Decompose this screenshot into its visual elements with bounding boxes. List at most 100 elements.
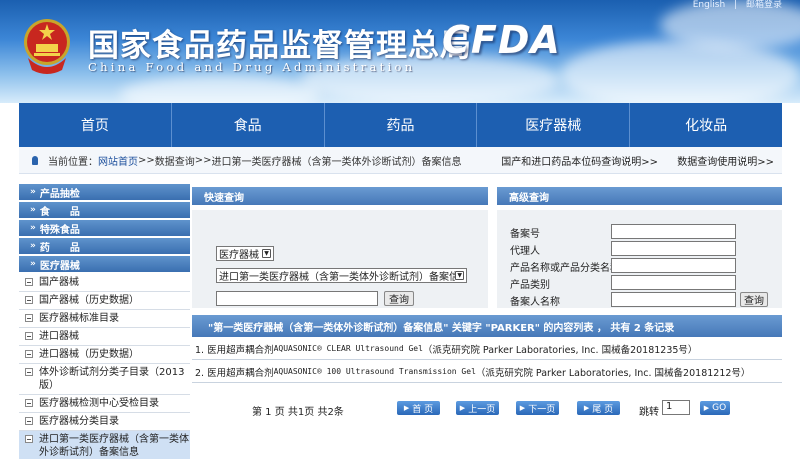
result-suffix: （派克研究院 Parker Laboratories, Inc. 国械备2018…: [422, 344, 698, 356]
collapse-box-icon: [25, 350, 33, 358]
collapse-box-icon: [25, 296, 33, 304]
double-chevron-icon: »: [30, 241, 36, 251]
sidebar-category-label: 医疗器械: [39, 260, 80, 272]
breadcrumb-current: 进口第一类医疗器械（含第一类体外诊断试剂）备案信息: [211, 156, 462, 168]
next-page-label: 下一页: [528, 404, 556, 415]
collapse-box-icon: [25, 314, 33, 322]
quick-search-button[interactable]: 查询: [384, 291, 414, 306]
sidebar-category-sampling[interactable]: » 产品抽检: [19, 184, 190, 200]
sidebar-item-label: 进口第一类医疗器械（含第一类体外诊断试剂）备案信息: [39, 434, 189, 458]
sidebar-category-label: 食 品: [39, 206, 80, 218]
last-page-label: 尾 页: [592, 404, 614, 415]
product-category-input[interactable]: [611, 275, 736, 290]
breadcrumb: 当前位置： 网站首页 >> 数据查询 >> 进口第一类医疗器械（含第一类体外诊断…: [19, 147, 782, 174]
play-icon: ▶: [519, 404, 526, 412]
help-link-separator: >>: [757, 156, 774, 168]
jump-page-input[interactable]: 1: [662, 400, 690, 415]
collapse-box-icon: [25, 417, 33, 425]
last-page-button[interactable]: ▶ 尾 页: [577, 401, 620, 415]
record-number-input[interactable]: [611, 224, 736, 239]
english-link[interactable]: English: [693, 0, 726, 10]
mail-login-link[interactable]: 邮箱登录: [746, 0, 782, 10]
sidebar-item-domestic-devices[interactable]: 国产器械: [19, 274, 190, 292]
result-product: AQUASONIC® CLEAR Ultrasound Gel: [273, 344, 423, 353]
play-icon: ▶: [459, 404, 466, 412]
sidebar-item-imported-devices[interactable]: 进口器械: [19, 328, 190, 346]
cfda-logo: CFDA: [442, 18, 561, 62]
prev-page-button[interactable]: ▶ 上一页: [456, 401, 499, 415]
sidebar-item-label: 医疗器械检测中心受检目录: [39, 398, 159, 409]
play-icon: ▶: [703, 404, 710, 412]
breadcrumb-separator: >>: [194, 154, 212, 166]
breadcrumb-prefix: 当前位置：: [48, 156, 98, 168]
play-icon: ▶: [403, 404, 410, 412]
product-name-input[interactable]: [611, 258, 736, 273]
list-item[interactable]: 1. 医用超声耦合剂 AQUASONIC® CLEAR Ultrasound G…: [192, 338, 782, 360]
national-emblem-icon: [24, 19, 70, 74]
dataset-select[interactable]: 进口第一类医疗器械（含第一类体外诊断试剂）备案信息 ▼: [216, 268, 467, 283]
sidebar-item-standards[interactable]: 医疗器械标准目录: [19, 310, 190, 328]
breadcrumb-query-link[interactable]: 数据查询: [155, 153, 195, 168]
registrant-name-input[interactable]: [611, 292, 736, 307]
sidebar-category-special-food[interactable]: » 特殊食品: [19, 220, 190, 236]
sidebar: » 产品抽检 » 食 品 » 特殊食品 » 药 品 » 医疗器械 国产器械 国产器械（历史…: [19, 184, 190, 459]
sidebar-item-label: 国产器械: [39, 277, 79, 288]
product-category-label: 产品类别: [510, 280, 550, 291]
quick-search-panel: 快速查询 医疗器械 ▼ 进口第一类医疗器械（含第一类体外诊断试剂）备案信息 ▼ …: [192, 187, 488, 308]
advanced-search-panel: 高级查询 备案号 代理人 产品名称或产品分类名称 产品类别 备案人名称 查询: [497, 187, 782, 308]
pagination: 第 1 页 共1页 共2条 ▶ 首 页 ▶ 上一页 ▶ 下一页 ▶ 尾 页 跳转 1 ▶…: [192, 398, 782, 420]
category-select-value: 医疗器械: [219, 250, 259, 261]
sidebar-category-devices[interactable]: » 医疗器械: [19, 256, 190, 272]
sidebar-item-classification[interactable]: 医疗器械分类目录: [19, 413, 190, 431]
help-link-separator: >>: [641, 156, 659, 168]
site-subtitle: China Food and Drug Administration: [88, 60, 416, 74]
keyword-input[interactable]: [216, 291, 378, 306]
site-title: 国家食品药品监督管理总局: [88, 28, 472, 64]
code-query-help-link[interactable]: 国产和进口药品本位码查询说明: [501, 157, 641, 168]
collapse-box-icon: [25, 368, 33, 376]
nav-item-devices[interactable]: 医疗器械: [477, 103, 631, 147]
sidebar-category-label: 药 品: [39, 242, 80, 254]
top-links: English | 邮箱登录: [687, 0, 782, 10]
collapse-box-icon: [25, 332, 33, 340]
sidebar-item-imported-history[interactable]: 进口器械（历史数据）: [19, 346, 190, 364]
nav-item-food[interactable]: 食品: [172, 103, 325, 147]
top-links-separator: |: [734, 0, 738, 10]
sidebar-item-label: 医疗器械标准目录: [39, 313, 119, 324]
list-item[interactable]: 2. 医用超声耦合剂 AQUASONIC® 100 Ultrasound Tra…: [192, 361, 782, 383]
sidebar-category-label: 特殊食品: [39, 224, 80, 236]
category-select[interactable]: 医疗器械 ▼: [216, 246, 274, 261]
next-page-button[interactable]: ▶ 下一页: [516, 401, 559, 415]
advanced-search-title: 高级查询: [497, 187, 782, 205]
dataset-select-value: 进口第一类医疗器械（含第一类体外诊断试剂）备案信息: [219, 272, 456, 283]
advanced-search-button[interactable]: 查询: [740, 292, 768, 307]
query-usage-help-link[interactable]: 数据查询使用说明: [677, 157, 757, 168]
play-icon: ▶: [583, 404, 590, 412]
sidebar-item-imported-class1[interactable]: 进口第一类医疗器械（含第一类体外诊断试剂）备案信息: [19, 431, 190, 459]
nav-item-cosmetics[interactable]: 化妆品: [630, 103, 782, 147]
quick-search-title: 快速查询: [192, 187, 488, 205]
collapse-box-icon: [25, 278, 33, 286]
sidebar-category-drugs[interactable]: » 药 品: [19, 238, 190, 254]
chevron-down-icon: ▼: [455, 271, 464, 280]
double-chevron-icon: »: [30, 205, 36, 215]
result-product: AQUASONIC® 100 Ultrasound Transmission G…: [273, 367, 476, 376]
first-page-button[interactable]: ▶ 首 页: [397, 401, 440, 415]
sidebar-category-food[interactable]: » 食 品: [19, 202, 190, 218]
agent-input[interactable]: [611, 241, 736, 256]
breadcrumb-home-link[interactable]: 网站首页: [98, 153, 138, 168]
go-button[interactable]: ▶ GO: [700, 401, 730, 415]
site-header: English | 邮箱登录 国家食品药品监督管理总局 China Food a…: [0, 0, 800, 103]
sidebar-category-label: 产品抽检: [39, 188, 80, 200]
nav-item-home[interactable]: 首页: [19, 103, 172, 147]
sidebar-item-domestic-history[interactable]: 国产器械（历史数据）: [19, 292, 190, 310]
sidebar-item-label: 国产器械（历史数据）: [39, 295, 139, 306]
agent-label: 代理人: [510, 246, 540, 257]
nav-item-drugs[interactable]: 药品: [325, 103, 478, 147]
sidebar-item-label: 体外诊断试剂分类子目录（2013版）: [39, 367, 185, 391]
record-number-label: 备案号: [510, 229, 540, 240]
sidebar-item-ivd-catalog[interactable]: 体外诊断试剂分类子目录（2013版）: [19, 364, 190, 395]
double-chevron-icon: »: [30, 223, 36, 233]
page-info: 第 1 页 共1页 共2条: [252, 407, 344, 418]
sidebar-item-test-center[interactable]: 医疗器械检测中心受检目录: [19, 395, 190, 413]
